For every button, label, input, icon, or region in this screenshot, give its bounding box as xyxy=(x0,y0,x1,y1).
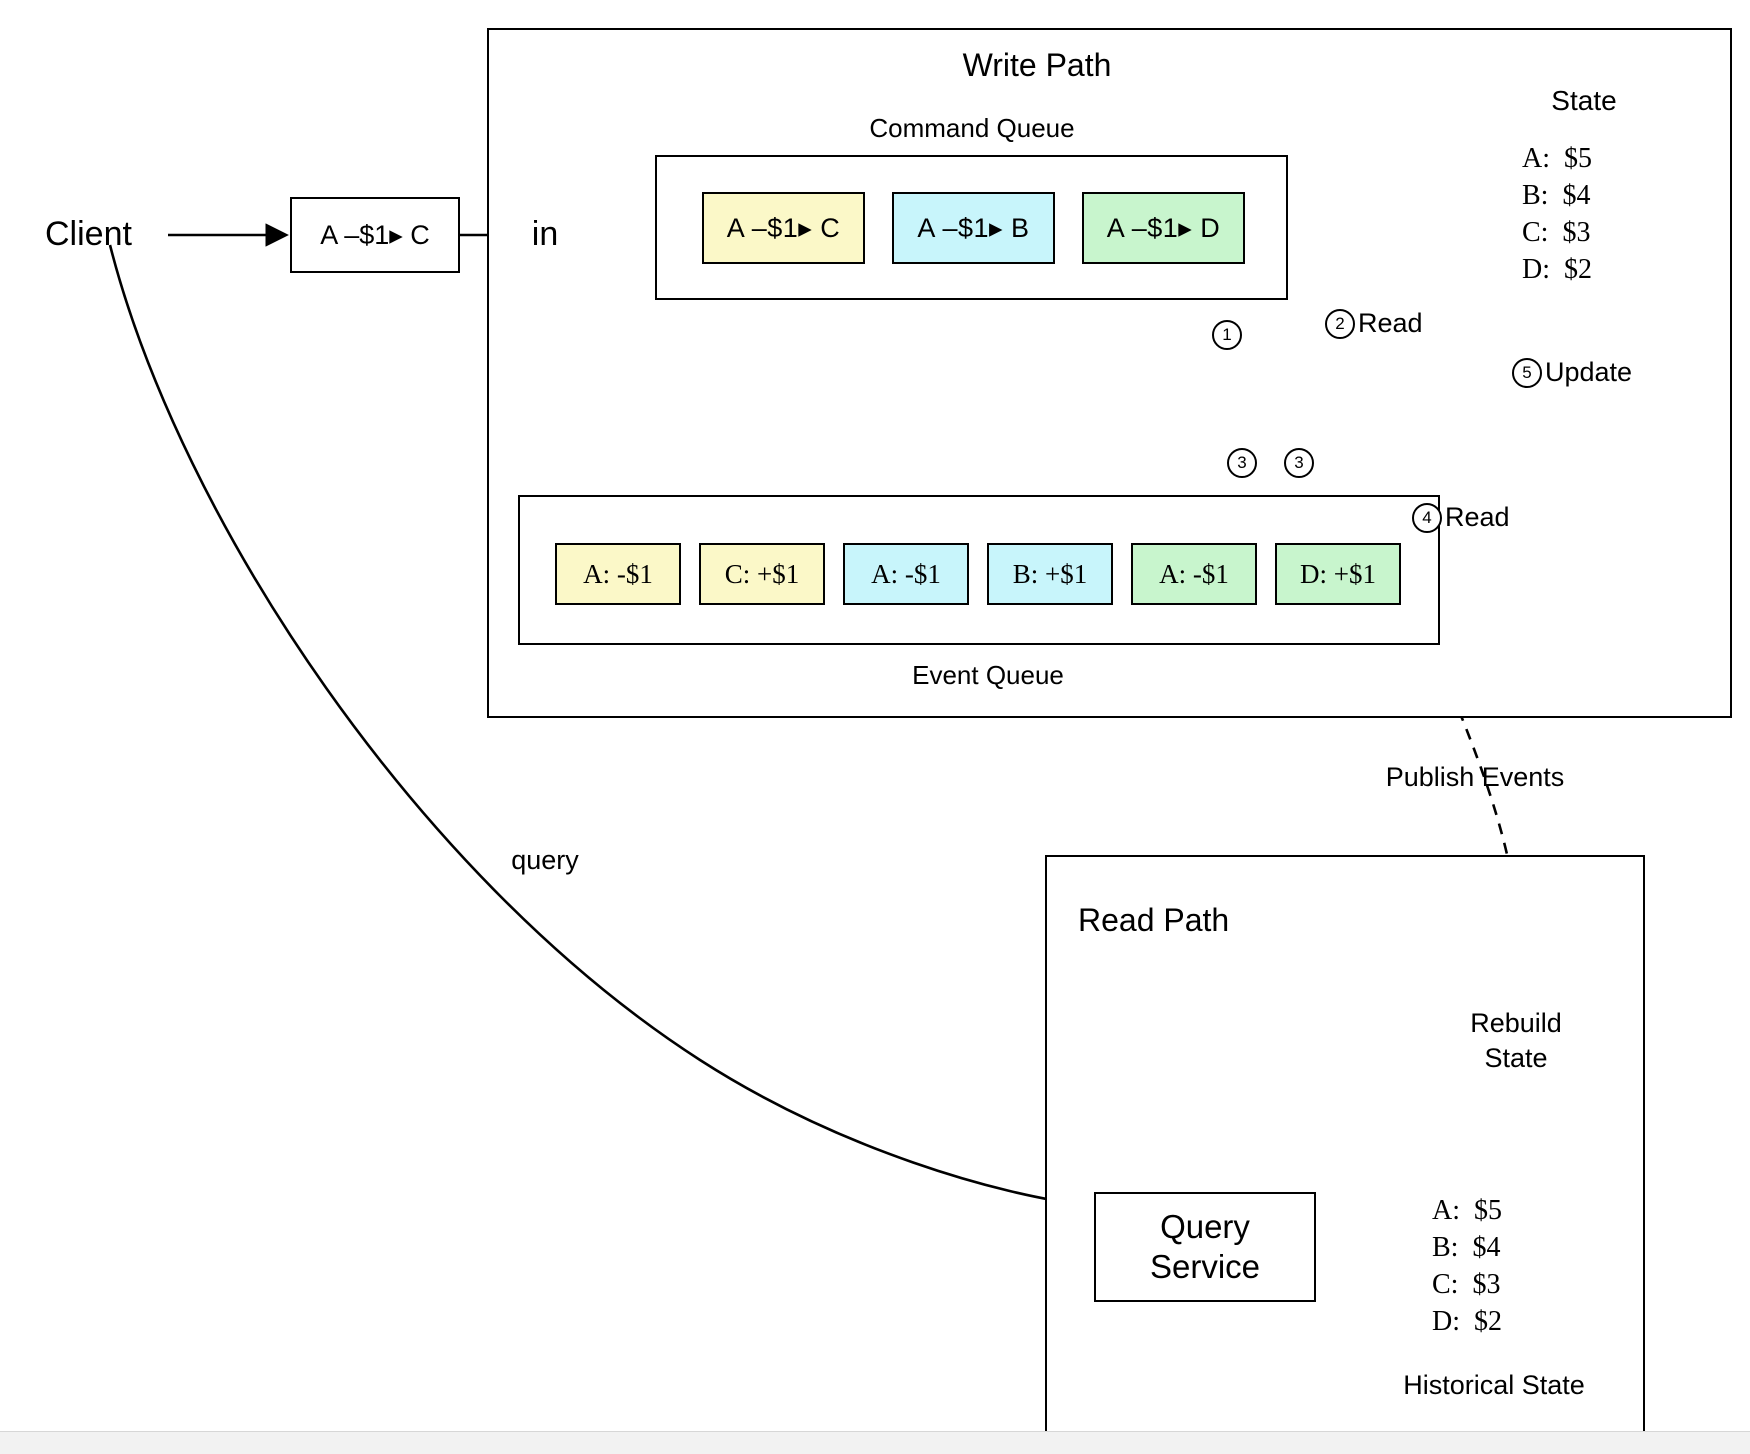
step-4-circle: 4 xyxy=(1412,502,1442,533)
historical-row-c: C: $3 xyxy=(1432,1269,1501,1300)
event-item-1-label: A: -$1 xyxy=(583,558,653,589)
step-5-text: Update xyxy=(1545,357,1633,387)
event-item-3[interactable]: A: -$1 xyxy=(843,543,969,605)
rebuild-state-label-line2: State xyxy=(1484,1043,1548,1073)
client-label: Client xyxy=(45,215,132,253)
event-queue-label: Event Queue xyxy=(912,660,1064,690)
command-item-3-label: A –$1▸ D xyxy=(1106,212,1221,243)
command-item-1[interactable]: A –$1▸ C xyxy=(702,192,865,264)
historical-row-b: B: $4 xyxy=(1432,1232,1501,1263)
query-service-label-line1: Query xyxy=(1160,1208,1250,1245)
state-row-a: A: $5 xyxy=(1522,143,1592,174)
query-edge-label: query xyxy=(511,845,579,875)
event-item-1[interactable]: A: -$1 xyxy=(555,543,681,605)
client-command-box[interactable]: A –$1▸ C xyxy=(290,197,460,273)
read-path-title: Read Path xyxy=(1078,902,1230,938)
step-5-circle: 5 xyxy=(1512,357,1542,388)
footer-strip xyxy=(0,1431,1750,1454)
state-row-c: C: $3 xyxy=(1522,217,1591,248)
event-item-3-label: A: -$1 xyxy=(871,558,941,589)
command-queue-label: Command Queue xyxy=(869,113,1075,143)
command-item-1-label: A –$1▸ C xyxy=(726,212,841,243)
step-label-5-update: 5 Update xyxy=(1512,357,1632,388)
step-number-3b: 3 xyxy=(1284,448,1314,478)
event-item-6-label: D: +$1 xyxy=(1300,558,1376,589)
state-row-b: B: $4 xyxy=(1522,180,1591,211)
event-item-6[interactable]: D: +$1 xyxy=(1275,543,1401,605)
step-number-3a: 3 xyxy=(1227,448,1257,478)
diagram-canvas: Write Path Command Queue A –$1▸ C A –$1▸… xyxy=(0,0,1750,1454)
state-cylinder-title: State xyxy=(1551,85,1617,116)
state-row-d: D: $2 xyxy=(1522,254,1592,285)
in-label: in xyxy=(531,215,559,253)
event-item-2[interactable]: C: +$1 xyxy=(699,543,825,605)
event-item-4-label: B: +$1 xyxy=(1012,558,1088,589)
step-label-4-read: 4 Read xyxy=(1412,502,1510,533)
event-item-4[interactable]: B: +$1 xyxy=(987,543,1113,605)
historical-row-d: D: $2 xyxy=(1432,1306,1502,1337)
step-label-2-read: 2 Read xyxy=(1325,308,1423,339)
step-number-1: 1 xyxy=(1212,320,1242,350)
write-path-title: Write Path xyxy=(962,47,1112,83)
step-2-circle: 2 xyxy=(1325,308,1355,339)
event-item-5-label: A: -$1 xyxy=(1159,558,1229,589)
step-2-text: Read xyxy=(1358,308,1423,338)
publish-events-label: Publish Events xyxy=(1385,762,1565,792)
historical-state-title: Historical State xyxy=(1403,1370,1585,1400)
command-item-2[interactable]: A –$1▸ B xyxy=(892,192,1055,264)
command-item-3[interactable]: A –$1▸ D xyxy=(1082,192,1245,264)
event-item-2-label: C: +$1 xyxy=(724,558,800,589)
rebuild-state-label-line1: Rebuild xyxy=(1470,1008,1562,1038)
client-command-label: A –$1▸ C xyxy=(320,219,430,250)
historical-row-a: A: $5 xyxy=(1432,1195,1502,1226)
event-item-5[interactable]: A: -$1 xyxy=(1131,543,1257,605)
step-4-text: Read xyxy=(1445,502,1510,532)
command-item-2-label: A –$1▸ B xyxy=(917,212,1030,243)
read-path-container xyxy=(1045,855,1645,1440)
query-service-box[interactable]: Query Service xyxy=(1094,1192,1316,1302)
query-service-label-line2: Service xyxy=(1149,1248,1261,1285)
